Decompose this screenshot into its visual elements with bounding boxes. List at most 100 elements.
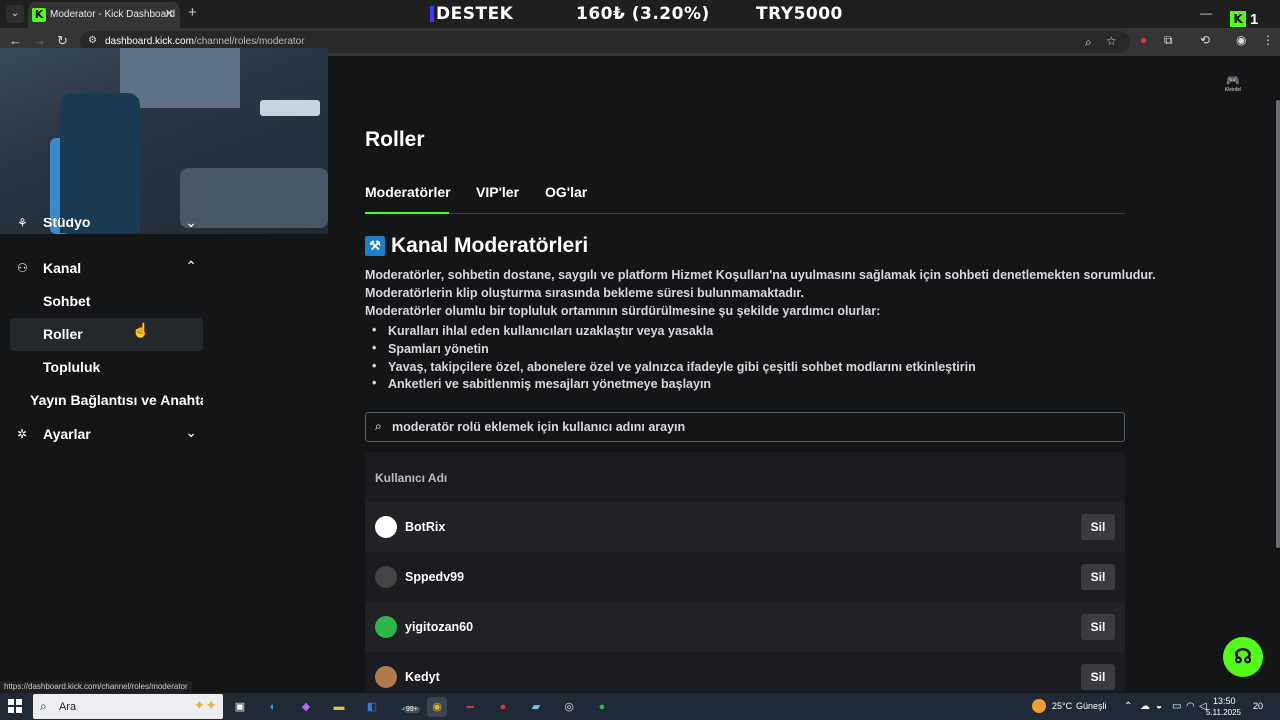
- webcam-overlay: [0, 48, 328, 234]
- chrome-icon[interactable]: ◉: [427, 697, 447, 717]
- delete-button[interactable]: Sil: [1081, 514, 1115, 540]
- history-icon[interactable]: ⟲: [1200, 33, 1210, 47]
- notification-count[interactable]: 20: [1253, 701, 1263, 711]
- new-tab-button[interactable]: +: [188, 4, 197, 21]
- description-line: Moderatörler, sohbetin dostane, saygılı …: [365, 268, 1156, 282]
- kick-favicon-icon: K: [32, 8, 46, 22]
- kick-overlay-count: 1: [1250, 11, 1259, 28]
- delete-button[interactable]: Sil: [1081, 614, 1115, 640]
- chevron-down-icon[interactable]: ⌄: [185, 424, 197, 441]
- task-view-icon[interactable]: ▣: [230, 697, 250, 717]
- display-icon[interactable]: ▭: [1172, 701, 1181, 712]
- extension-icon[interactable]: ●: [1140, 33, 1147, 47]
- copilot-icon[interactable]: ◆: [296, 697, 316, 717]
- start-windows-icon[interactable]: [8, 699, 22, 713]
- tray-app-icon[interactable]: ◒: [1156, 701, 1162, 712]
- browser-tab[interactable]: K Moderator - Kick Dashboard ✕: [28, 2, 180, 28]
- webcam-gaming-chair: [60, 93, 140, 233]
- gear-icon: ✲: [17, 427, 28, 441]
- delete-button[interactable]: Sil: [1081, 564, 1115, 590]
- media-app-icon[interactable]: ●: [493, 697, 513, 717]
- avatar: [375, 616, 397, 638]
- moderator-name[interactable]: Kedyt: [405, 670, 440, 684]
- sidebar-item-chat[interactable]: Sohbet: [10, 285, 203, 318]
- edge-icon[interactable]: ◐: [263, 697, 283, 717]
- minimize-icon[interactable]: —: [1200, 6, 1212, 20]
- support-chat-button[interactable]: ☊: [1223, 637, 1263, 677]
- url-text: dashboard.kick.com/channel/roles/moderat…: [105, 36, 305, 47]
- moderator-search-box: ⌕: [365, 412, 1125, 442]
- clock-time[interactable]: 13:50: [1213, 696, 1236, 706]
- tab-title: Moderator - Kick Dashboard: [50, 9, 176, 20]
- tab-moderators[interactable]: Moderatörler: [365, 184, 451, 214]
- profile-icon[interactable]: ◉: [1236, 33, 1246, 47]
- obs-icon[interactable]: ◎: [559, 697, 579, 717]
- moderator-table: Kullanıcı Adı BotRix Sil Sppedv99 Sil yi…: [365, 452, 1125, 692]
- site-info-icon[interactable]: ⚙: [88, 35, 97, 46]
- weather-sun-icon: [1032, 699, 1046, 713]
- description-line: Moderatörlerin klip oluşturma sırasında …: [365, 286, 805, 300]
- tray-chevron-icon[interactable]: ⌃: [1124, 701, 1132, 712]
- sidebar-item-community[interactable]: Topluluk: [10, 351, 203, 384]
- zoom-icon[interactable]: ⌕: [1085, 35, 1092, 50]
- tab-search-button[interactable]: ⌄: [6, 5, 24, 23]
- studio-icon: ⚘: [17, 218, 28, 230]
- weather-text: Güneşli: [1076, 701, 1107, 711]
- tab-vips[interactable]: VIP'ler: [476, 184, 519, 214]
- sparkle-icon: ✦✦: [193, 697, 217, 713]
- hammer-icon: ⚒: [365, 236, 385, 256]
- description-line: Moderatörler olumlu bir topluluk ortamın…: [365, 304, 881, 318]
- chevron-up-icon[interactable]: ⌃: [185, 258, 197, 275]
- bookmark-star-icon[interactable]: ☆: [1106, 34, 1117, 48]
- tab-ogs[interactable]: OG'lar: [545, 184, 587, 214]
- page-title: Roller: [365, 128, 425, 151]
- notification-badge: 99+: [404, 706, 420, 713]
- chevron-down-icon[interactable]: ⌄: [185, 218, 197, 231]
- ticker-accent: [430, 6, 434, 22]
- page-scrollbar[interactable]: [1276, 100, 1280, 548]
- reload-icon[interactable]: ↻: [57, 33, 68, 49]
- moderator-search-input[interactable]: [392, 413, 1112, 441]
- back-icon[interactable]: ←: [9, 33, 22, 48]
- browser-menu-icon[interactable]: ⋮: [1262, 33, 1274, 47]
- sidebar-item-stream-key[interactable]: Yayın Bağlantısı ve Anahtar: [10, 384, 203, 417]
- onedrive-icon[interactable]: ☁: [1140, 701, 1150, 712]
- table-row: Sppedv99 Sil: [365, 552, 1125, 602]
- role-tabs: Moderatörler VIP'ler OG'lar: [365, 184, 1125, 214]
- weather-temp: 25°C: [1052, 701, 1073, 711]
- spotify-icon[interactable]: ●: [592, 697, 612, 717]
- forward-icon[interactable]: →: [33, 33, 46, 48]
- section-title: ⚒ Kanal Moderatörleri: [365, 234, 588, 258]
- moderator-name[interactable]: BotRix: [405, 520, 445, 534]
- search-icon: ⌕: [375, 419, 382, 433]
- kleinfel-widget[interactable]: 🎮 Kleinfel: [1222, 74, 1244, 93]
- moderator-name[interactable]: Sppedv99: [405, 570, 464, 584]
- kick-overlay-icon: K: [1230, 11, 1246, 27]
- channel-icon: ⚇: [17, 261, 28, 275]
- sidebar-item-settings[interactable]: ✲ Ayarlar ⌄: [10, 418, 203, 451]
- avatar: [375, 566, 397, 588]
- sidebar-item-studio[interactable]: ⚘ Stüdyo ⌄: [10, 218, 203, 240]
- sidebar-item-roles[interactable]: Roller: [10, 318, 203, 351]
- webcam-air-conditioner: [260, 100, 320, 116]
- notes-app-icon[interactable]: ▰: [526, 697, 546, 717]
- outlook-icon[interactable]: ◧: [362, 697, 382, 717]
- sidebar-item-channel[interactable]: ⚇ Kanal ⌃: [10, 252, 203, 285]
- headset-icon: ☊: [1234, 646, 1252, 668]
- delete-button[interactable]: Sil: [1081, 664, 1115, 690]
- clock-date[interactable]: 5.11.2025: [1206, 708, 1241, 717]
- tab-close-icon[interactable]: ✕: [165, 7, 174, 20]
- table-row: Kedyt Sil: [365, 652, 1125, 692]
- overlay-ticker-left: DESTEK: [436, 4, 514, 24]
- extensions-puzzle-icon[interactable]: ⧉: [1164, 33, 1173, 48]
- file-explorer-icon[interactable]: ▬: [329, 697, 349, 717]
- avatar: [375, 666, 397, 688]
- avatar: [375, 516, 397, 538]
- column-header-username: Kullanıcı Adı: [375, 471, 448, 485]
- recording-app-icon[interactable]: ▬: [460, 697, 480, 717]
- moderator-name[interactable]: yigitozan60: [405, 620, 473, 634]
- link-status-url: https://dashboard.kick.com/channel/roles…: [0, 681, 192, 693]
- wifi-icon[interactable]: ◠: [1186, 701, 1195, 712]
- taskbar-search[interactable]: ⌕ Ara ✦✦: [33, 694, 223, 719]
- table-row: yigitozan60 Sil: [365, 602, 1125, 652]
